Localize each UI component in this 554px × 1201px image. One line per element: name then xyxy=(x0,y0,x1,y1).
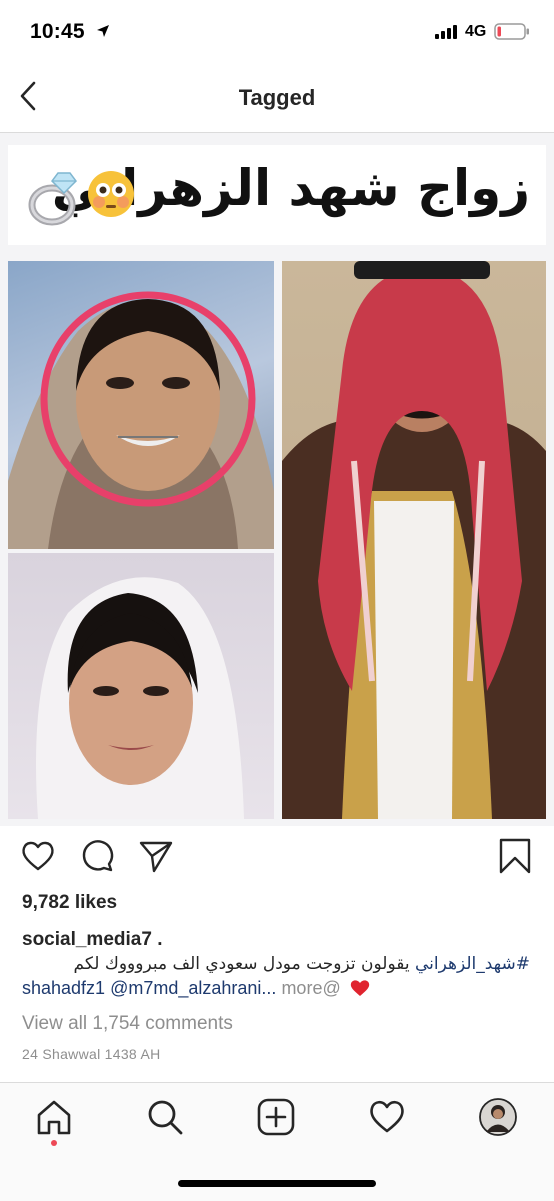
status-bar: 10:45 4G xyxy=(0,0,554,62)
battery-icon xyxy=(494,23,529,40)
add-post-icon[interactable] xyxy=(256,1097,296,1137)
post-actions xyxy=(0,830,554,886)
caption-line: #شهد_الزهراني يقولون تزوجت مودل سعودي ال… xyxy=(74,954,530,974)
network-type: 4G xyxy=(465,23,487,40)
activity-heart-icon[interactable] xyxy=(367,1097,407,1137)
caption-hashtag[interactable]: #شهد_الزهراني xyxy=(415,954,530,974)
heart-icon[interactable] xyxy=(20,838,56,874)
page-title: Tagged xyxy=(238,85,316,110)
photo-woman-white-hijab xyxy=(8,553,274,819)
caption-line-2: shahadfz1 @m7md_alzahrani... more@ xyxy=(22,978,370,999)
more-link[interactable]: more@ xyxy=(276,978,340,998)
caption-mention-2[interactable]: @m7md_alzahrani... xyxy=(110,978,276,998)
red-heart-emoji-icon xyxy=(350,980,369,996)
post-image[interactable]: زواج شهد الزهراني xyxy=(0,133,554,826)
photo-man-shemagh xyxy=(282,261,546,819)
share-icon[interactable] xyxy=(138,838,174,874)
view-comments-link[interactable]: View all 1,754 comments xyxy=(22,1013,233,1035)
flushed-face-emoji-icon xyxy=(88,171,134,217)
ring-emoji-icon xyxy=(28,172,77,226)
signal-bars-icon xyxy=(435,25,457,39)
username-text[interactable]: social_media7 xyxy=(22,929,152,950)
nav-bar: Tagged xyxy=(0,62,554,133)
home-icon[interactable] xyxy=(34,1097,74,1137)
location-arrow-icon xyxy=(97,25,109,37)
bookmark-icon[interactable] xyxy=(497,838,533,874)
caption-text: يقولون تزوجت مودل سعودي الف مبروووك لكم xyxy=(73,954,415,974)
caption-mention-1[interactable]: shahadfz1 xyxy=(22,978,105,998)
likes-count[interactable]: 9,782 likes xyxy=(22,892,117,914)
home-indicator xyxy=(178,1180,376,1187)
profile-avatar[interactable] xyxy=(478,1097,518,1137)
search-icon[interactable] xyxy=(145,1097,185,1137)
home-active-dot xyxy=(51,1140,57,1146)
comment-icon[interactable] xyxy=(79,838,115,874)
status-time: 10:45 xyxy=(30,20,85,43)
photo-woman-circled xyxy=(8,261,274,549)
post-username[interactable]: social_media7 . xyxy=(22,929,162,951)
post-date: 24 Shawwal 1438 AH xyxy=(22,1046,161,1062)
username-suffix: . xyxy=(151,929,163,950)
